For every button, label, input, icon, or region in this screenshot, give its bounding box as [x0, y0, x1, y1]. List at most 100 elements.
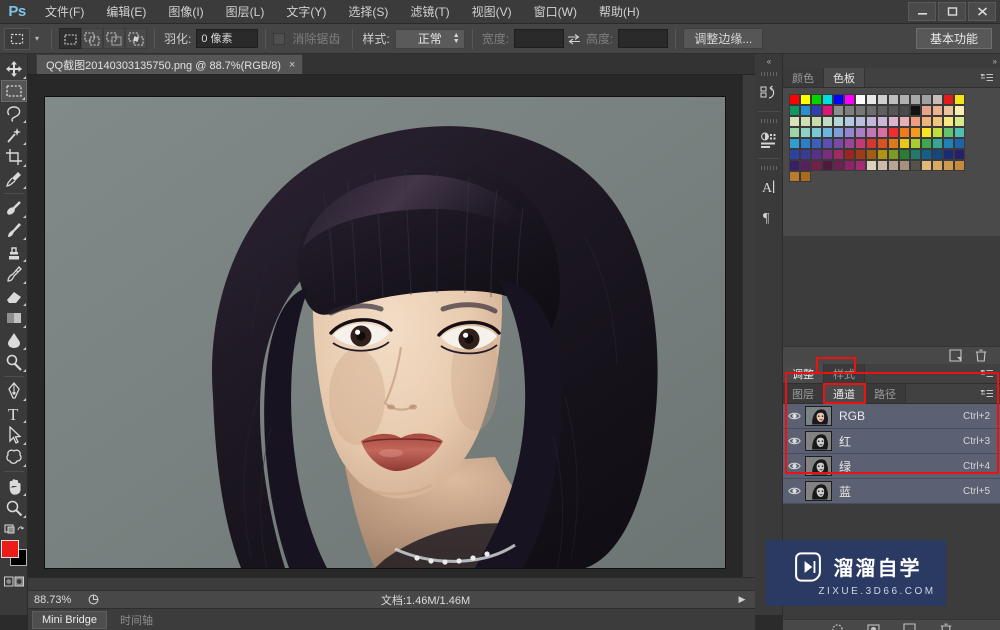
- delete-adjustment-icon[interactable]: [974, 349, 988, 363]
- channel-visibility-eye-icon[interactable]: [783, 461, 805, 471]
- color-swatch[interactable]: [800, 149, 811, 160]
- color-swatch[interactable]: [932, 116, 943, 127]
- color-swatch[interactable]: [910, 160, 921, 171]
- feather-input[interactable]: 0 像素: [196, 29, 259, 48]
- color-swatch[interactable]: [844, 94, 855, 105]
- color-swatch[interactable]: [800, 105, 811, 116]
- gradient-tool[interactable]: [1, 307, 27, 329]
- color-swatch[interactable]: [943, 160, 954, 171]
- color-swatch[interactable]: [822, 127, 833, 138]
- eyedropper-tool[interactable]: [1, 168, 27, 190]
- color-swatch[interactable]: [899, 116, 910, 127]
- workspace-switcher-button[interactable]: 基本功能: [915, 28, 992, 49]
- type-tool[interactable]: T: [1, 402, 27, 424]
- channels-panel-menu-icon[interactable]: [980, 384, 1000, 403]
- color-swatch[interactable]: [921, 127, 932, 138]
- color-swatch[interactable]: [877, 138, 888, 149]
- intersect-selection-button[interactable]: [125, 28, 147, 49]
- spot-healing-tool[interactable]: [1, 197, 27, 219]
- rail-grip[interactable]: [760, 166, 777, 170]
- color-swatch[interactable]: [954, 149, 965, 160]
- color-panel-menu-icon[interactable]: [980, 68, 1000, 87]
- color-swatch[interactable]: [822, 105, 833, 116]
- menu-view[interactable]: 视图(V): [461, 0, 523, 23]
- channel-row[interactable]: RGB Ctrl+2: [783, 404, 1000, 429]
- color-swatch[interactable]: [811, 105, 822, 116]
- color-swatch[interactable]: [877, 160, 888, 171]
- color-swatch[interactable]: [921, 105, 932, 116]
- status-expand-icon[interactable]: ▶: [729, 594, 755, 605]
- tool-preset-chevron-icon[interactable]: ▾: [30, 34, 44, 43]
- menu-file[interactable]: 文件(F): [34, 0, 95, 23]
- color-swatch[interactable]: [877, 105, 888, 116]
- color-swatch[interactable]: [888, 160, 899, 171]
- color-swatch[interactable]: [855, 94, 866, 105]
- tab-adjustments[interactable]: 调整: [783, 364, 824, 383]
- color-swatch[interactable]: [855, 127, 866, 138]
- color-swatch[interactable]: [789, 138, 800, 149]
- eraser-tool[interactable]: [1, 285, 27, 307]
- zoom-tool[interactable]: [1, 497, 27, 519]
- rail-grip[interactable]: [760, 72, 777, 76]
- document-canvas[interactable]: [45, 97, 725, 568]
- color-swatch[interactable]: [954, 138, 965, 149]
- color-swatch[interactable]: [921, 116, 932, 127]
- history-panel-icon[interactable]: [756, 78, 782, 108]
- color-swatch[interactable]: [844, 138, 855, 149]
- add-to-selection-button[interactable]: [81, 28, 103, 49]
- rectangular-marquee-tool[interactable]: [0, 80, 27, 102]
- panel-collapse-bar[interactable]: »: [783, 54, 1000, 68]
- maximize-button[interactable]: [938, 1, 966, 21]
- menu-window[interactable]: 窗口(W): [523, 0, 588, 23]
- menu-filter[interactable]: 滤镜(T): [399, 0, 460, 23]
- hand-tool[interactable]: [1, 475, 27, 497]
- color-swatch[interactable]: [888, 127, 899, 138]
- color-swatch[interactable]: [877, 94, 888, 105]
- color-swatch[interactable]: [800, 94, 811, 105]
- color-swatch[interactable]: [888, 94, 899, 105]
- color-swatch[interactable]: [899, 160, 910, 171]
- color-swatch[interactable]: [921, 94, 932, 105]
- channel-row[interactable]: 绿 Ctrl+4: [783, 454, 1000, 479]
- color-swatch[interactable]: [943, 116, 954, 127]
- color-swatch[interactable]: [877, 116, 888, 127]
- subtract-from-selection-button[interactable]: [103, 28, 125, 49]
- channel-visibility-eye-icon[interactable]: [783, 486, 805, 496]
- tab-timeline[interactable]: 时间轴: [111, 611, 162, 629]
- close-button[interactable]: [968, 1, 996, 21]
- tab-layers[interactable]: 图层: [783, 384, 824, 403]
- expand-panels-icon[interactable]: «: [755, 54, 783, 68]
- tab-mini-bridge[interactable]: Mini Bridge: [32, 610, 108, 629]
- color-swatch[interactable]: [910, 149, 921, 160]
- color-swatch[interactable]: [833, 94, 844, 105]
- color-swatch[interactable]: [822, 149, 833, 160]
- color-swatch[interactable]: [888, 149, 899, 160]
- refine-edge-button[interactable]: 调整边缘...: [683, 28, 764, 49]
- color-swatch[interactable]: [822, 160, 833, 171]
- rail-grip[interactable]: [760, 119, 777, 123]
- blur-tool[interactable]: [1, 329, 27, 351]
- color-swatch[interactable]: [789, 171, 800, 182]
- character-panel-icon[interactable]: A: [756, 172, 782, 202]
- canvas-vertical-scrollbar[interactable]: [742, 75, 755, 590]
- color-swatch[interactable]: [910, 94, 921, 105]
- tab-swatches[interactable]: 色板: [824, 68, 865, 87]
- color-swatch[interactable]: [855, 160, 866, 171]
- color-swatch[interactable]: [844, 127, 855, 138]
- crop-tool[interactable]: [1, 146, 27, 168]
- tab-channels[interactable]: 通道: [823, 383, 866, 404]
- color-swatch[interactable]: [866, 149, 877, 160]
- color-swatch[interactable]: [855, 138, 866, 149]
- color-swatch[interactable]: [932, 127, 943, 138]
- color-swatch[interactable]: [833, 138, 844, 149]
- color-swatch[interactable]: [910, 116, 921, 127]
- foreground-color-chip[interactable]: [0, 540, 19, 558]
- pen-tool[interactable]: [1, 380, 27, 402]
- color-swatch[interactable]: [789, 105, 800, 116]
- adjustments-panel-icon[interactable]: [756, 125, 782, 155]
- height-input[interactable]: [618, 29, 669, 48]
- shape-tool[interactable]: [1, 446, 27, 468]
- color-swatch[interactable]: [932, 94, 943, 105]
- color-swatch[interactable]: [888, 138, 899, 149]
- color-swatch[interactable]: [866, 160, 877, 171]
